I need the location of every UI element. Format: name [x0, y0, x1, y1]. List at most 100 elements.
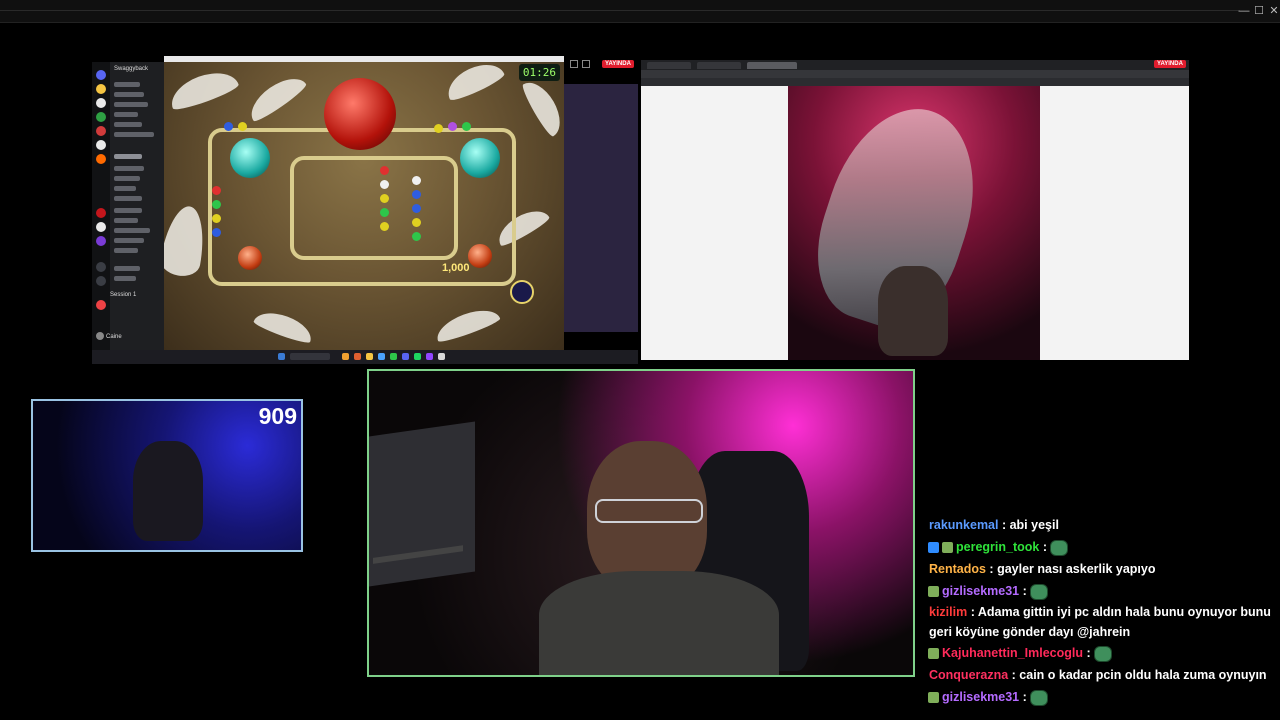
app-icon[interactable] [438, 353, 445, 360]
game-window[interactable]: 01:26 1,000 [164, 56, 564, 350]
browser-tab[interactable] [747, 62, 797, 69]
browser-tab[interactable] [697, 62, 741, 69]
maximize-button[interactable]: ☐ [1253, 5, 1265, 17]
channel-item[interactable] [114, 92, 144, 97]
chat-message: rakunkemal : abi yeşil [929, 518, 1059, 532]
guild-name: Swaggyback [114, 66, 149, 72]
streamer-head [878, 266, 948, 356]
minimize-button[interactable]: — [1238, 5, 1250, 17]
chat-username[interactable]: Rentados [929, 562, 986, 576]
server-icon[interactable] [96, 276, 106, 286]
channel-item[interactable] [114, 238, 144, 243]
monitor-screen [369, 421, 475, 587]
channel-item[interactable] [114, 266, 140, 271]
server-icon[interactable] [96, 222, 106, 232]
badge-icon [510, 280, 534, 304]
chat-username[interactable]: Conquerazna [929, 668, 1008, 682]
app-icon[interactable] [342, 353, 349, 360]
channel-item[interactable] [114, 248, 138, 253]
pet-camera-feed [788, 86, 1040, 360]
channel-item[interactable] [114, 276, 136, 281]
chat-message: Rentados : gayler nası askerlik yapıyo [929, 562, 1156, 576]
ball [212, 186, 221, 195]
server-icon[interactable] [96, 140, 106, 150]
server-icon[interactable] [96, 98, 106, 108]
ball [380, 222, 389, 231]
channel-item[interactable] [114, 166, 144, 171]
ball [238, 122, 247, 131]
badge-icon [928, 542, 939, 554]
start-icon[interactable] [278, 353, 285, 360]
server-icon[interactable] [96, 154, 106, 164]
channel-item[interactable] [114, 102, 148, 107]
app-icon[interactable] [426, 353, 433, 360]
chat-username[interactable]: gizlisekme31 [942, 690, 1019, 704]
feather-decoration [165, 64, 241, 114]
close-button[interactable]: ✕ [1268, 5, 1280, 17]
server-icon[interactable] [96, 112, 106, 122]
channel-item[interactable] [114, 208, 142, 213]
stream-status-bar: YAYINDA [564, 58, 638, 82]
channel-item[interactable] [114, 218, 138, 223]
app-icon[interactable] [390, 353, 397, 360]
channel-item[interactable] [114, 176, 140, 181]
discord-panel: Swaggyback Session 1 Caine [92, 62, 164, 364]
session-label: Session 1 [110, 292, 137, 298]
page-content [641, 86, 788, 360]
bookmarks-bar [641, 78, 1189, 86]
ball [412, 204, 421, 213]
search-icon[interactable] [290, 353, 330, 360]
server-icon[interactable] [96, 262, 106, 272]
chat-message: gizlisekme31 : [924, 686, 1274, 708]
chat-message: Conquerazna : cain o kadar pcin oldu hal… [929, 668, 1267, 682]
channel-item[interactable] [114, 186, 136, 191]
folder-icon[interactable] [366, 353, 373, 360]
ball-track [290, 156, 458, 260]
channel-item[interactable] [114, 82, 140, 87]
monitor-taskbar [373, 545, 463, 564]
chat-panel: rakunkemal : abi yeşil peregrin_took : R… [924, 514, 1274, 720]
taskbar [92, 350, 638, 364]
spotify-icon[interactable] [414, 353, 421, 360]
chat-username[interactable]: gizlisekme31 [942, 584, 1019, 598]
ball [412, 218, 421, 227]
app-icon[interactable] [354, 353, 361, 360]
feather-decoration [164, 203, 210, 279]
ball [434, 124, 443, 133]
server-icon[interactable] [96, 236, 106, 246]
chat-username[interactable]: peregrin_took [956, 540, 1039, 554]
app-icon[interactable] [378, 353, 385, 360]
discord-icon[interactable] [402, 353, 409, 360]
badge-icon [928, 648, 939, 660]
channel-item[interactable] [114, 196, 142, 201]
teal-orb [230, 138, 270, 178]
server-icon[interactable] [96, 126, 106, 136]
channel-item[interactable] [114, 228, 150, 233]
ball [380, 194, 389, 203]
channel-item[interactable] [114, 154, 142, 159]
badge-icon [942, 542, 953, 554]
chat-username[interactable]: Kajuhanettin_Imlecoglu [942, 646, 1083, 660]
server-icon[interactable] [96, 300, 106, 310]
channel-item[interactable] [114, 122, 142, 127]
server-icon[interactable] [96, 208, 106, 218]
ball [412, 190, 421, 199]
channel-item[interactable] [114, 112, 138, 117]
game-timer: 01:26 [518, 64, 560, 81]
ball [412, 176, 421, 185]
ball [212, 200, 221, 209]
address-bar[interactable] [641, 70, 1189, 78]
server-icon[interactable] [96, 70, 106, 80]
avatar[interactable] [96, 332, 104, 340]
frog-shooter[interactable] [324, 78, 396, 150]
browser-tab[interactable] [647, 62, 691, 69]
chat-username[interactable]: kizilim [929, 605, 967, 619]
live-badge: YAYINDA [602, 60, 634, 68]
feather-decoration [441, 56, 507, 104]
chat-username[interactable]: rakunkemal [929, 518, 998, 532]
ball [212, 214, 221, 223]
browser-window[interactable] [641, 60, 1189, 360]
bronze-orb [468, 244, 492, 268]
server-icon[interactable] [96, 84, 106, 94]
channel-item[interactable] [114, 132, 154, 137]
